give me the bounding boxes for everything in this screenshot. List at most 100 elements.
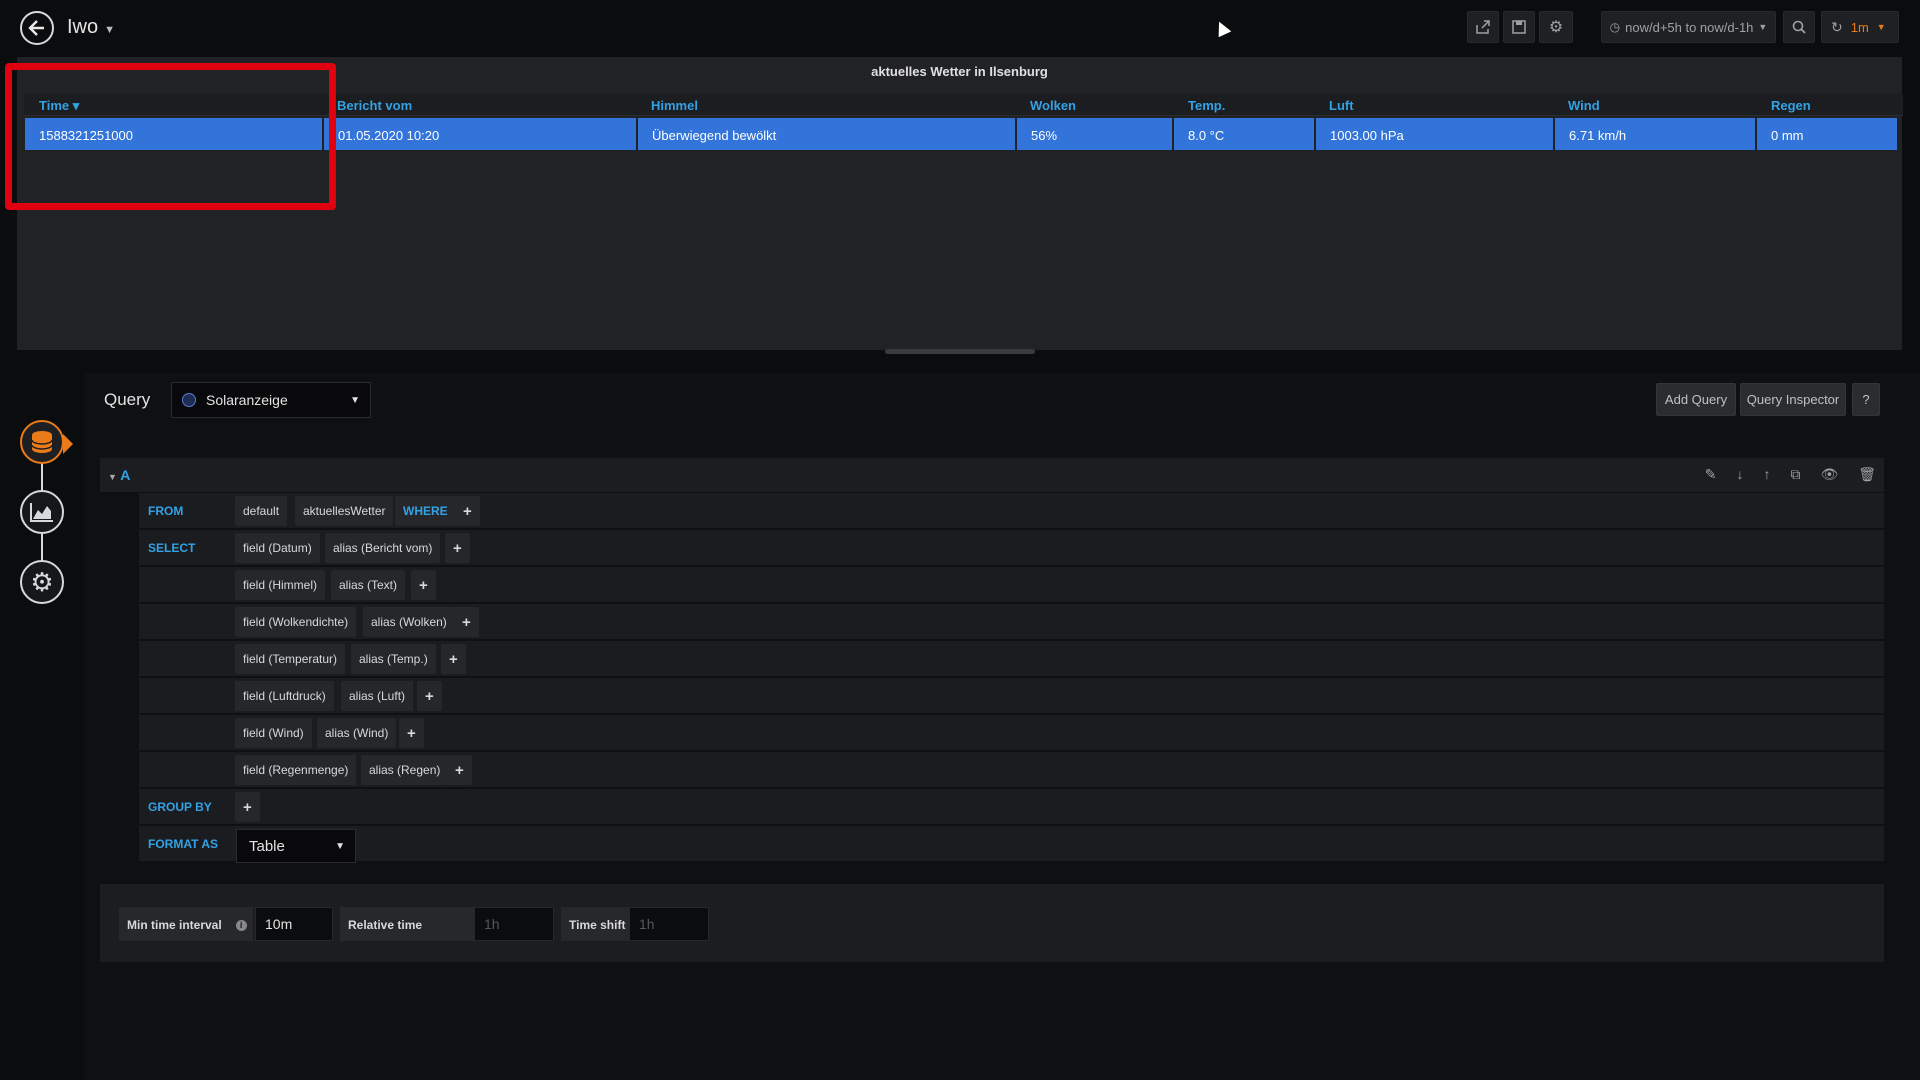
select-row: field (Temperatur) alias (Temp.) + <box>139 641 1884 677</box>
alias-segment[interactable]: alias (Temp.) <box>351 644 436 674</box>
column-header-regen[interactable]: Regen <box>1771 98 1811 113</box>
refresh-icon: ↻ <box>1831 18 1843 35</box>
eye-icon[interactable]: 👁 <box>1820 466 1838 483</box>
cell-bericht: 01.05.2020 10:20 <box>324 118 636 150</box>
time-range-text: now/d+5h to now/d-1h <box>1625 19 1754 35</box>
clock-icon: ◷ <box>1609 20 1621 34</box>
share-button[interactable] <box>1467 11 1499 43</box>
active-step-arrow-icon <box>63 434 73 454</box>
time-shift-input[interactable]: 1h <box>629 907 709 941</box>
datasource-icon <box>182 393 196 407</box>
alias-segment[interactable]: alias (Bericht vom) <box>325 533 441 563</box>
alias-segment[interactable]: alias (Text) <box>331 570 406 600</box>
format-as-row: FORMAT AS <box>139 826 1884 862</box>
move-up-icon[interactable]: ↑ <box>1763 466 1770 483</box>
select-row: field (Himmel) alias (Text) + <box>139 567 1884 603</box>
refresh-picker[interactable]: ↻ 1m ▼ <box>1821 11 1899 43</box>
queries-tab[interactable] <box>20 420 64 464</box>
format-as-keyword: FORMAT AS <box>148 837 218 851</box>
alias-segment[interactable]: alias (Regen) <box>361 755 449 785</box>
zoom-out-icon <box>1792 20 1806 34</box>
dashboard-title[interactable]: Iwo ▼ <box>67 16 115 39</box>
add-group-by-button[interactable]: + <box>235 792 260 822</box>
select-row: field (Wind) alias (Wind) + <box>139 715 1884 751</box>
add-select-part-button[interactable]: + <box>454 607 479 637</box>
datasource-picker[interactable]: Solaranzeige ▼ <box>171 382 371 418</box>
from-row: FROM default aktuellesWetter WHERE + <box>139 493 1884 529</box>
alias-segment[interactable]: alias (Wind) <box>317 718 397 748</box>
edit-pencil-icon[interactable]: ✎ <box>1705 466 1717 483</box>
visualization-tab[interactable] <box>20 490 64 534</box>
group-by-keyword: GROUP BY <box>148 800 212 814</box>
alias-segment[interactable]: alias (Luft) <box>341 681 414 711</box>
query-row-header[interactable]: ▼ A ✎ ↓ ↑ ⧉ 👁 🗑 <box>100 458 1884 492</box>
highlight-annotation-box <box>5 63 336 210</box>
alias-segment[interactable]: alias (Wolken) <box>363 607 455 637</box>
query-ref-id[interactable]: ▼ A <box>108 467 130 483</box>
cell-himmel: Überwiegend bewölkt <box>638 118 1015 150</box>
back-arrow-icon[interactable] <box>20 11 54 45</box>
column-header-bericht[interactable]: Bericht vom <box>337 98 412 113</box>
cell-luft: 1003.00 hPa <box>1316 118 1553 150</box>
cell-wolken: 56% <box>1017 118 1172 150</box>
gear-icon: ⚙ <box>1548 19 1564 36</box>
column-header-temp[interactable]: Temp. <box>1188 98 1225 113</box>
chevron-down-icon: ▼ <box>1758 22 1768 32</box>
area-chart-icon <box>30 503 53 522</box>
general-settings-tab[interactable]: ⚙ <box>20 560 64 604</box>
field-segment[interactable]: field (Himmel) <box>235 570 326 600</box>
time-range-picker[interactable]: ◷ now/d+5h to now/d-1h ▼ <box>1601 11 1776 43</box>
chevron-down-icon: ▼ <box>104 23 116 36</box>
column-header-himmel[interactable]: Himmel <box>651 98 698 113</box>
min-interval-input[interactable]: 10m <box>255 907 333 941</box>
datasource-name: Solaranzeige <box>206 392 288 408</box>
move-down-icon[interactable]: ↓ <box>1736 466 1743 483</box>
dashboard-settings-button[interactable]: ⚙ <box>1539 11 1573 43</box>
cell-wind: 6.71 km/h <box>1555 118 1755 150</box>
relative-time-label: Relative time <box>340 907 474 941</box>
trash-icon[interactable]: 🗑 <box>1858 466 1876 483</box>
field-segment[interactable]: field (Wolkendichte) <box>235 607 357 637</box>
format-as-select[interactable]: Table ▼ <box>236 829 356 863</box>
column-header-wind[interactable]: Wind <box>1568 98 1600 113</box>
select-keyword: SELECT <box>148 541 196 555</box>
help-button[interactable]: ? <box>1852 383 1880 416</box>
share-icon <box>1476 20 1490 34</box>
add-select-part-button[interactable]: + <box>441 644 466 674</box>
column-header-luft[interactable]: Luft <box>1329 98 1354 113</box>
add-query-button[interactable]: Add Query <box>1656 383 1736 416</box>
zoom-out-button[interactable] <box>1783 11 1815 43</box>
field-segment[interactable]: field (Datum) <box>235 533 320 563</box>
panel-resize-handle[interactable] <box>885 349 1035 354</box>
duplicate-icon[interactable]: ⧉ <box>1790 466 1800 483</box>
field-segment[interactable]: field (Luftdruck) <box>235 681 334 711</box>
retention-policy-segment[interactable]: default <box>235 496 288 526</box>
save-icon <box>1512 20 1526 34</box>
format-as-value: Table <box>249 838 285 855</box>
refresh-interval: 1m <box>1850 19 1869 35</box>
measurement-segment[interactable]: aktuellesWetter <box>295 496 394 526</box>
gear-icon: ⚙ <box>30 567 54 597</box>
field-segment[interactable]: field (Wind) <box>235 718 312 748</box>
add-select-part-button[interactable]: + <box>399 718 424 748</box>
column-header-wolken[interactable]: Wolken <box>1030 98 1076 113</box>
cell-temp: 8.0 °C <box>1174 118 1314 150</box>
select-row: field (Wolkendichte) alias (Wolken) + <box>139 604 1884 640</box>
field-segment[interactable]: field (Regenmenge) <box>235 755 357 785</box>
add-select-part-button[interactable]: + <box>447 755 472 785</box>
add-select-part-button[interactable]: + <box>445 533 470 563</box>
mouse-cursor-icon <box>1212 18 1232 38</box>
save-dashboard-button[interactable] <box>1503 11 1535 43</box>
query-section-title: Query <box>104 390 151 409</box>
relative-time-input[interactable]: 1h <box>474 907 554 941</box>
add-select-part-button[interactable]: + <box>417 681 442 711</box>
field-segment[interactable]: field (Temperatur) <box>235 644 346 674</box>
cell-regen: 0 mm <box>1757 118 1897 150</box>
query-inspector-button[interactable]: Query Inspector <box>1740 383 1846 416</box>
select-row: field (Luftdruck) alias (Luft) + <box>139 678 1884 714</box>
add-where-button[interactable]: + <box>455 496 480 526</box>
where-keyword: WHERE <box>395 496 456 526</box>
add-select-part-button[interactable]: + <box>411 570 436 600</box>
time-shift-label: Time shift <box>561 907 629 941</box>
info-icon[interactable]: i <box>235 920 247 931</box>
